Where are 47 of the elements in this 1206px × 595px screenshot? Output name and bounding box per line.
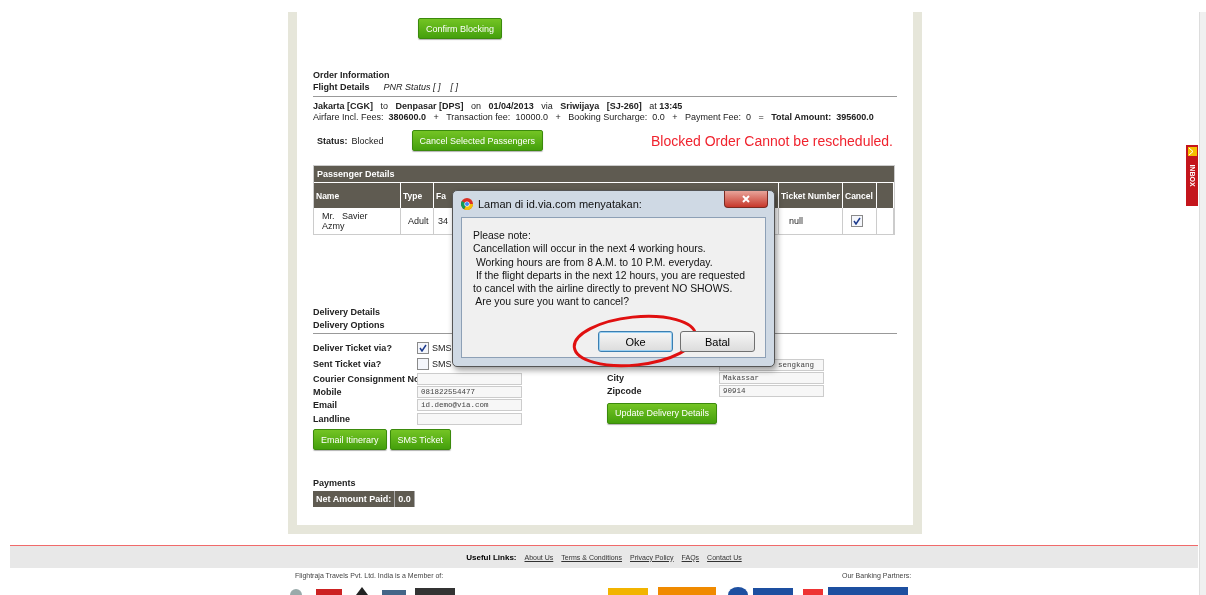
field-label: Mobile bbox=[313, 386, 343, 397]
table-title: Passenger Details bbox=[314, 166, 894, 183]
flight-route: Jakarta [CGK] to Denpasar [DPS] on 01/04/2013 via Sriwijaya [SJ-260] at 13:45 bbox=[313, 101, 684, 112]
section-title: Delivery Details bbox=[313, 307, 381, 317]
scrollbar[interactable] bbox=[1199, 12, 1206, 595]
field-label: Landline bbox=[313, 413, 351, 424]
table-cell: 34 bbox=[438, 216, 448, 226]
links-label: Useful Links: bbox=[466, 552, 517, 562]
column-header: Name bbox=[316, 190, 340, 201]
close-icon bbox=[742, 195, 750, 203]
envelope-icon bbox=[1187, 147, 1197, 156]
input-field[interactable] bbox=[417, 372, 522, 385]
net-amount-value: 0.0 bbox=[395, 491, 415, 508]
column-header: Ticket Number bbox=[781, 190, 840, 201]
column-header: Type bbox=[403, 190, 423, 201]
close-button[interactable] bbox=[724, 191, 768, 208]
column-header: Fa bbox=[436, 190, 446, 201]
fare-breakdown: Airfare Incl. Fees: 380600.0 + Transaction fee: 10000.0 + Booking Surcharge: 0.0 + Payment Fee: 0 = Total Amount: 395600.0 bbox=[313, 112, 875, 123]
field-label: Deliver Ticket via? bbox=[313, 343, 393, 353]
checkbox[interactable] bbox=[851, 215, 863, 227]
field-label: City bbox=[607, 372, 624, 383]
field-label: Sent Ticket via? bbox=[313, 359, 383, 369]
checkbox[interactable] bbox=[417, 358, 429, 370]
pnr-status: PNR Status [ ] [ ] bbox=[383, 82, 459, 92]
dialog-title: Laman di id.via.com menyatakan: bbox=[478, 198, 642, 210]
field-label: Email bbox=[313, 400, 338, 411]
browser-icon bbox=[461, 198, 473, 210]
dialog-button[interactable]: Oke bbox=[598, 331, 673, 352]
table-cell: null bbox=[789, 216, 803, 226]
option-label: SMS bbox=[432, 343, 452, 353]
field-label: Zipcode bbox=[607, 386, 642, 397]
net-amount-label: Net Amount Paid: bbox=[313, 491, 396, 508]
option-label: SMS bbox=[432, 359, 452, 369]
dialog-button[interactable]: Batal bbox=[680, 331, 755, 352]
status-label: Status: bbox=[317, 135, 348, 146]
flight-details-label: Flight Details bbox=[313, 82, 370, 92]
dialog-message: Please note: Cancellation will occur in the next 4 working hours. Working hours are from 8 A.M. to 10 P.M. everyday. If the flight departs in the next 12 hours, you are requested to cancel with the airline directly to prevent NO SHOWS. Are you sure you want to cancel? bbox=[473, 229, 747, 309]
column-header: Cancel bbox=[845, 190, 873, 201]
table-cell-text: Mr. Savier Azmy bbox=[322, 211, 369, 231]
section-subtitle: Delivery Options bbox=[313, 320, 385, 330]
checkbox[interactable] bbox=[417, 342, 429, 354]
input-field[interactable] bbox=[417, 412, 522, 425]
status-value: Blocked bbox=[351, 135, 384, 146]
table-cell: Adult bbox=[408, 216, 429, 226]
section-title: Payments bbox=[313, 478, 356, 489]
warning-message: Blocked Order Cannot be rescheduled. bbox=[650, 132, 893, 149]
section-title: Order Information bbox=[313, 70, 390, 80]
